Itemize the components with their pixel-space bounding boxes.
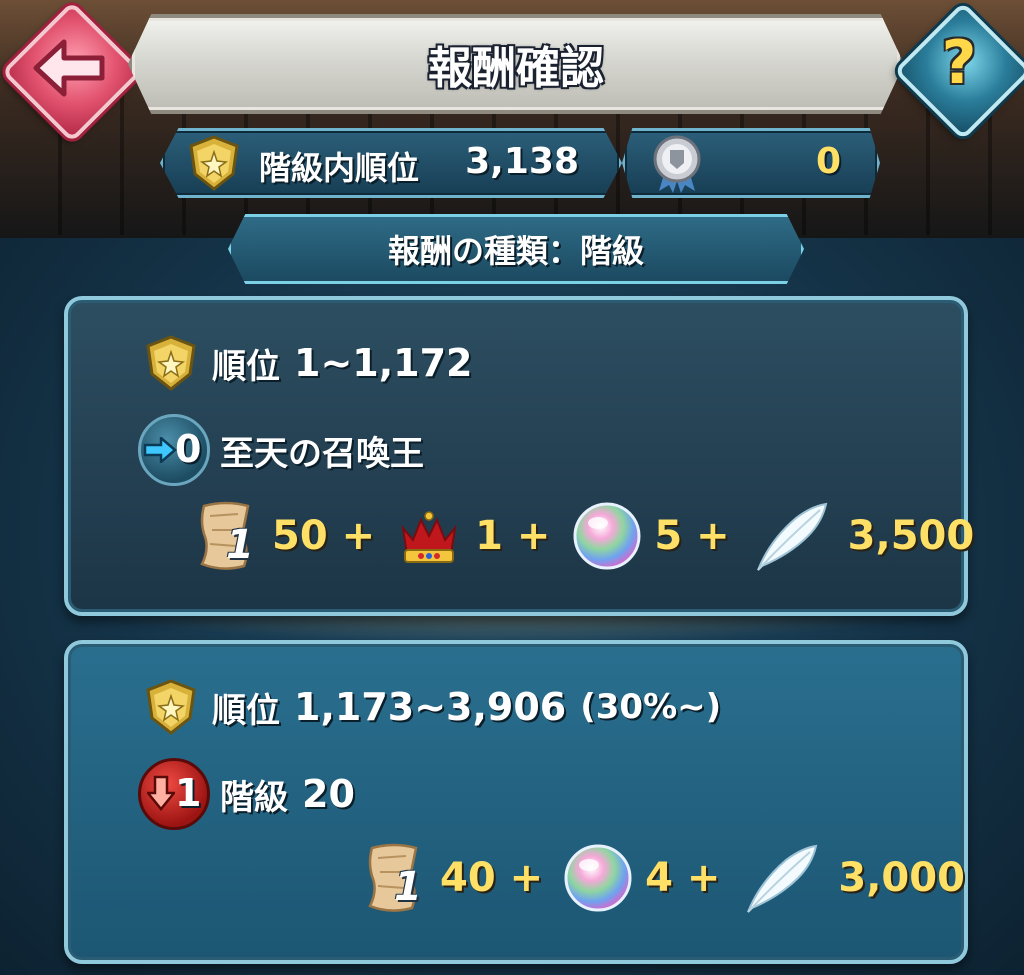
back-button[interactable] bbox=[1, 1, 143, 143]
tier-label: 階級 bbox=[220, 777, 288, 818]
tier-change-row: 1 階級 20 bbox=[138, 758, 355, 830]
help-button[interactable]: ? bbox=[893, 1, 1024, 141]
reward-amount: 5 + bbox=[654, 513, 730, 559]
tier-change-row: 0 至天の召喚王 bbox=[138, 414, 424, 486]
reward-items-row: 1 50 + 1 + 5 + 3,500 bbox=[196, 500, 974, 572]
rank-status-pill: 階級内順位 3,138 bbox=[160, 128, 622, 198]
tier-down-icon: 1 bbox=[138, 758, 210, 830]
feather-icon bbox=[750, 500, 830, 572]
gold-shield-icon bbox=[144, 678, 198, 736]
silver-medal-icon bbox=[649, 133, 705, 193]
rank-range-row: 順位 1,173~3,906 (30%~) bbox=[144, 678, 721, 736]
rank-range: 1,173~3,906 bbox=[294, 685, 567, 729]
tier-change-number: 1 bbox=[175, 771, 202, 815]
scroll-icon: 1 bbox=[196, 500, 258, 572]
rank-percent: (30%~) bbox=[580, 687, 722, 727]
reward-amount: 40 + bbox=[440, 855, 544, 901]
reward-items-row: 1 40 + 4 + 3,000 bbox=[364, 842, 965, 914]
back-arrow-icon bbox=[33, 39, 105, 97]
reward-amount: 50 + bbox=[272, 513, 376, 559]
tier-value: 20 bbox=[302, 772, 355, 816]
reward-type-banner: 報酬の種類：階級 bbox=[228, 214, 804, 284]
rank-prefix: 順位 bbox=[212, 690, 280, 731]
reward-tier-panel: 順位 1,173~3,906 (30%~) 1 階級 20 1 40 + 4 +… bbox=[64, 640, 968, 964]
tier-name: 至天の召喚王 bbox=[220, 433, 424, 474]
title-plate: 報酬確認 bbox=[128, 14, 904, 114]
rank-range: 1~1,172 bbox=[294, 341, 473, 385]
page-title: 報酬確認 bbox=[428, 43, 604, 94]
reward-amount: 4 + bbox=[645, 855, 721, 901]
scroll-icon: 1 bbox=[364, 842, 426, 914]
badge-value: 0 bbox=[815, 141, 841, 182]
reward-type-label: 報酬の種類：階級 bbox=[387, 232, 644, 270]
scroll-count-badge: 1 bbox=[226, 522, 254, 568]
feather-icon bbox=[740, 842, 820, 914]
badge-status-pill: 0 bbox=[622, 128, 880, 198]
rank-label: 階級内順位 bbox=[259, 149, 420, 187]
gold-shield-icon bbox=[187, 134, 241, 192]
tier-stay-icon: 0 bbox=[138, 414, 210, 486]
reward-amount: 3,500 bbox=[847, 513, 975, 559]
rank-value: 3,138 bbox=[465, 141, 579, 182]
scroll-count-badge: 1 bbox=[394, 864, 422, 910]
reward-amount: 3,000 bbox=[838, 855, 965, 901]
rank-range-row: 順位 1~1,172 bbox=[144, 334, 472, 392]
tier-change-number: 0 bbox=[175, 427, 202, 471]
question-mark-icon: ? bbox=[941, 28, 977, 98]
reward-tier-panel: 順位 1~1,172 0 至天の召喚王 1 50 + 1 + 5 + 3,500 bbox=[64, 296, 974, 616]
rank-prefix: 順位 bbox=[212, 346, 280, 387]
crown-icon bbox=[397, 506, 461, 566]
reward-amount: 1 + bbox=[475, 513, 551, 559]
orb-icon bbox=[563, 843, 633, 913]
orb-icon bbox=[572, 501, 642, 571]
gold-shield-icon bbox=[144, 334, 198, 392]
